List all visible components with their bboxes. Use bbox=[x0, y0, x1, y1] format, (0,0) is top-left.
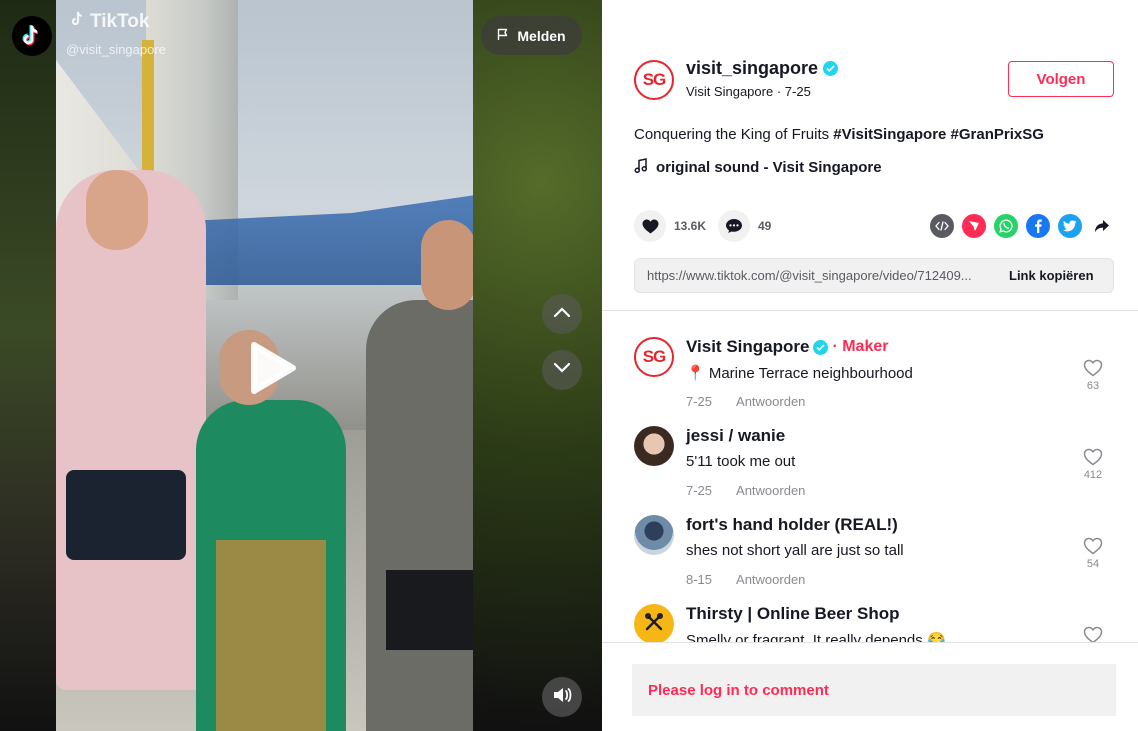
creator-badge: · Maker bbox=[832, 338, 889, 355]
comment-text: 📍 Marine Terrace neighbourhood bbox=[686, 365, 913, 382]
share-link-url[interactable]: https://www.tiktok.com/@visit_singapore/… bbox=[635, 268, 997, 283]
commenter-avatar[interactable] bbox=[634, 604, 674, 642]
tiktok-watermark-icon bbox=[70, 10, 86, 34]
share-link-box: https://www.tiktok.com/@visit_singapore/… bbox=[634, 258, 1114, 293]
video-person-left-head bbox=[86, 170, 148, 250]
next-video-button[interactable] bbox=[542, 350, 582, 390]
details-panel: SG visit_singapore Visit Singapore · 7-2… bbox=[602, 0, 1138, 731]
report-button[interactable]: Melden bbox=[481, 16, 582, 55]
comment-count: 49 bbox=[758, 219, 772, 233]
caption-text: Conquering the King of Fruits bbox=[634, 126, 834, 143]
beer-icon bbox=[643, 611, 665, 638]
facebook-icon[interactable] bbox=[1026, 214, 1050, 238]
comment-meta: 7-25 Antwoorden bbox=[686, 394, 805, 409]
heart-outline-icon[interactable] bbox=[1083, 626, 1103, 642]
comment-bubble-icon[interactable] bbox=[718, 210, 750, 242]
comment-date: 7-25 bbox=[686, 483, 713, 498]
commenter-avatar[interactable]: SG bbox=[634, 337, 674, 377]
heart-outline-icon[interactable] bbox=[1083, 537, 1103, 558]
author-subtitle: Visit Singapore · 7-25 bbox=[686, 84, 811, 99]
commenter-name[interactable]: Thirsty | Online Beer Shop bbox=[686, 604, 900, 624]
comment-like-count: 63 bbox=[1086, 380, 1100, 392]
commenter-name[interactable]: fort's hand holder (REAL!) bbox=[686, 515, 898, 535]
play-icon[interactable] bbox=[246, 340, 298, 396]
post-date: 7-25 bbox=[784, 84, 811, 99]
music-note-icon bbox=[634, 158, 648, 177]
video-person-middle-skirt bbox=[216, 540, 326, 731]
post-caption: Conquering the King of Fruits #VisitSing… bbox=[634, 126, 1044, 143]
volume-button[interactable] bbox=[542, 677, 582, 717]
comment-like[interactable]: 63 bbox=[1078, 359, 1108, 392]
comment-text: shes not short yall are just so tall bbox=[686, 542, 904, 559]
hashtag-link[interactable]: #GranPrixSG bbox=[951, 126, 1044, 143]
reply-button[interactable]: Antwoorden bbox=[736, 394, 805, 409]
watermark-handle: @visit_singapore bbox=[66, 42, 166, 57]
twitter-icon[interactable] bbox=[1058, 214, 1082, 238]
sound-title[interactable]: original sound - Visit Singapore bbox=[656, 159, 882, 176]
chevron-up-icon bbox=[553, 305, 571, 323]
reply-button[interactable]: Antwoorden bbox=[736, 572, 805, 587]
separator-dot: · bbox=[776, 84, 785, 99]
tiktok-logo-icon[interactable] bbox=[12, 16, 52, 56]
comment-text: 5'11 took me out bbox=[686, 453, 796, 470]
commenter-avatar[interactable] bbox=[634, 426, 674, 466]
commenter-name[interactable]: jessi / wanie bbox=[686, 426, 785, 446]
video-person-right bbox=[366, 300, 473, 731]
login-to-comment-button[interactable]: Please log in to comment bbox=[632, 664, 1116, 716]
video-person-left-shorts bbox=[66, 470, 186, 560]
comment-meta: 8-15 Antwoorden bbox=[686, 572, 805, 587]
reply-button[interactable]: Antwoorden bbox=[736, 483, 805, 498]
verified-badge-icon bbox=[813, 339, 829, 355]
commenter-name-row: Visit Singapore · Maker bbox=[686, 337, 888, 357]
video-person-right-head bbox=[421, 220, 473, 310]
verified-badge-icon bbox=[823, 61, 839, 76]
comment-date: 8-15 bbox=[686, 572, 713, 587]
author-username[interactable]: visit_singapore bbox=[686, 58, 818, 79]
comment-list[interactable]: SG Visit Singapore · Maker 📍 Marine Terr… bbox=[602, 311, 1138, 642]
hashtag-link[interactable]: #VisitSingapore bbox=[833, 126, 946, 143]
video-person-left bbox=[56, 170, 206, 690]
follow-button[interactable]: Volgen bbox=[1008, 61, 1114, 97]
author-avatar[interactable]: SG bbox=[634, 60, 674, 100]
video-person-right-shorts bbox=[386, 570, 473, 650]
sound-link[interactable]: original sound - Visit Singapore bbox=[634, 158, 882, 177]
report-label: Melden bbox=[517, 27, 566, 44]
comment-text: Smelly or fragrant. It really depends 😂 bbox=[686, 632, 946, 642]
flag-icon bbox=[497, 28, 509, 44]
watermark-brand-text: TikTok bbox=[90, 11, 150, 32]
send-to-friends-icon[interactable] bbox=[962, 214, 986, 238]
heart-outline-icon[interactable] bbox=[1083, 359, 1103, 380]
heart-icon[interactable] bbox=[634, 210, 666, 242]
comment-footer: Please log in to comment bbox=[602, 642, 1138, 731]
tiktok-watermark: TikTok bbox=[70, 10, 149, 34]
whatsapp-icon[interactable] bbox=[994, 214, 1018, 238]
volume-icon bbox=[552, 686, 572, 709]
copy-link-button[interactable]: Link kopiëren bbox=[1009, 268, 1094, 283]
comment-like[interactable]: 54 bbox=[1078, 537, 1108, 570]
commenter-avatar[interactable] bbox=[634, 515, 674, 555]
embed-code-icon[interactable] bbox=[930, 214, 954, 238]
comment-date: 7-25 bbox=[686, 394, 713, 409]
like-action[interactable]: 13.6K bbox=[634, 210, 706, 242]
video-player[interactable]: TikTok @visit_singapore Melden bbox=[0, 0, 602, 731]
comment-like[interactable] bbox=[1078, 626, 1108, 642]
comment-meta: 7-25 Antwoorden bbox=[686, 483, 805, 498]
author-username-row[interactable]: visit_singapore bbox=[686, 58, 839, 79]
author-display-name: Visit Singapore bbox=[686, 84, 774, 99]
like-count: 13.6K bbox=[674, 219, 707, 233]
comment-like-count: 412 bbox=[1083, 469, 1103, 481]
commenter-name[interactable]: Visit Singapore bbox=[686, 337, 809, 357]
comment-like-count: 54 bbox=[1086, 558, 1100, 570]
share-arrow-icon[interactable] bbox=[1090, 214, 1114, 238]
comment-like[interactable]: 412 bbox=[1078, 448, 1108, 481]
comment-action[interactable]: 49 bbox=[718, 210, 771, 242]
previous-video-button[interactable] bbox=[542, 294, 582, 334]
chevron-down-icon bbox=[553, 361, 571, 379]
heart-outline-icon[interactable] bbox=[1083, 448, 1103, 469]
